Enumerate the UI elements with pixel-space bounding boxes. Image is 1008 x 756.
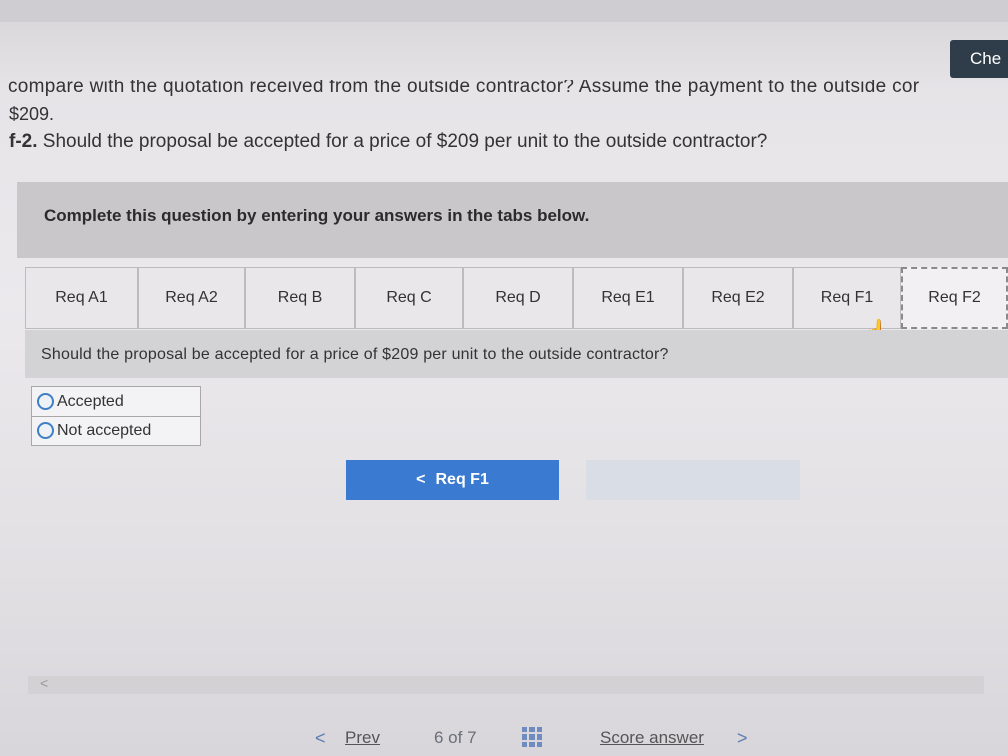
question-f2-text: Should the proposal be accepted for a pr… [37,131,768,152]
page-indicator: 6 of 7 [434,728,477,747]
score-answer-link[interactable]: Score answer [600,728,704,748]
option-not-accepted-label: Not accepted [57,421,152,439]
tab-req-b[interactable]: Req B [245,267,355,329]
question-f2-label: f-2. [9,131,38,152]
question-text: Should the proposal be accepted for a pr… [41,346,669,363]
instructions-text: Complete this question by entering your … [44,206,590,225]
option-accepted[interactable]: Accepted [32,387,200,417]
tab-req-d[interactable]: Req D [463,267,573,329]
tab-req-a2[interactable]: Req A2 [138,267,245,329]
tab-req-e2[interactable]: Req E2 [683,267,793,329]
option-not-accepted[interactable]: Not accepted [32,416,200,445]
radio-icon[interactable] [37,393,54,410]
tab-req-f2[interactable]: Req F2 [901,267,1008,329]
grid-icon[interactable] [522,727,542,747]
prev-chevron-icon[interactable]: < [315,728,326,749]
scroll-left-icon[interactable]: < [40,675,48,691]
radio-icon[interactable] [37,422,54,439]
chevron-left-icon: < [416,471,426,488]
prev-req-button[interactable]: < Req F1 [346,460,559,500]
partial-question-text: compare with the quotation received from… [8,80,920,96]
amount-text: $209. [9,104,55,124]
check-my-work-button[interactable]: Che [950,40,1008,78]
next-req-button-disabled [586,460,800,500]
option-accepted-label: Accepted [57,392,124,410]
question-f2: f-2. Should the proposal be accepted for… [9,131,767,153]
prev-link[interactable]: Prev [345,728,380,748]
tab-req-e1[interactable]: Req E1 [573,267,683,329]
top-strip [0,0,1008,22]
tab-req-c[interactable]: Req C [355,267,463,329]
horizontal-scrollbar[interactable] [28,676,984,694]
answer-options: Accepted Not accepted [31,386,201,446]
tab-req-a1[interactable]: Req A1 [25,267,138,329]
next-chevron-icon[interactable]: > [737,728,748,749]
prev-req-button-label: Req F1 [435,471,489,488]
